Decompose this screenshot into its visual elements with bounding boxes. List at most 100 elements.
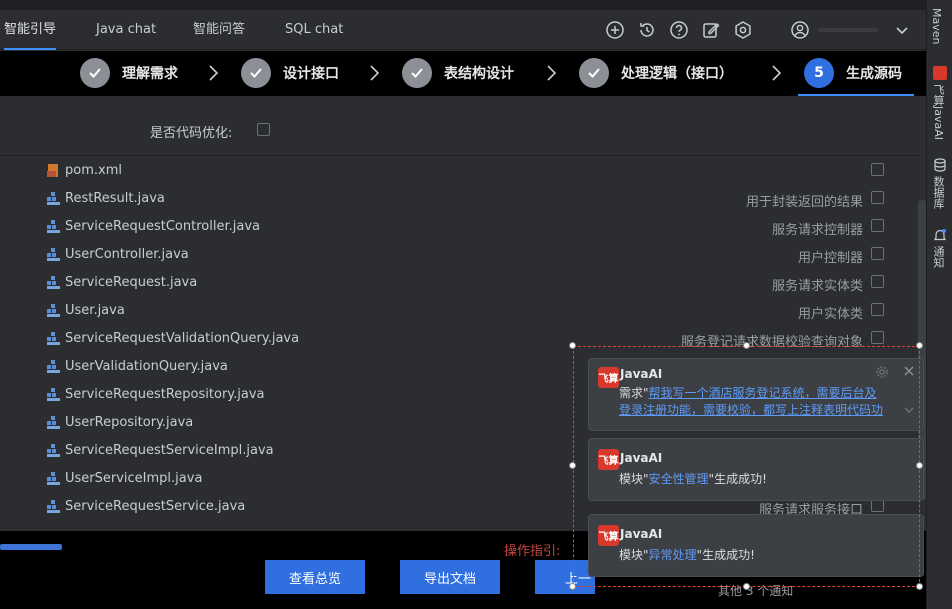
step-label: 设计接口 (283, 66, 339, 82)
file-description: 服务请求实体类 (771, 279, 863, 294)
file-checkbox[interactable] (871, 303, 884, 316)
file-row[interactable]: UserController.java 用户控制器 (0, 241, 900, 269)
step-3[interactable]: 表结构设计 (402, 57, 514, 89)
file-name: pom.xml (65, 163, 122, 178)
add-icon[interactable] (605, 20, 625, 40)
file-row[interactable]: ServiceRequestController.java 服务请求控制器 (0, 213, 900, 241)
file-checkbox[interactable] (871, 247, 884, 260)
file-name: UserServiceImpl.java (65, 471, 203, 486)
file-checkbox[interactable] (871, 219, 884, 232)
java-file-icon (47, 360, 60, 373)
optimize-checkbox[interactable] (257, 123, 270, 136)
file-name: UserController.java (65, 247, 189, 262)
check-icon (241, 58, 271, 88)
java-file-icon (47, 472, 60, 485)
selection-box (573, 346, 920, 587)
user-icon[interactable] (790, 20, 810, 40)
file-row[interactable]: pom.xml (0, 157, 900, 185)
resize-handle[interactable] (743, 342, 750, 349)
step-5[interactable]: 5 生成源码 (798, 57, 914, 96)
java-file-icon (47, 388, 60, 401)
help-icon[interactable] (669, 20, 689, 40)
optimize-label: 是否代码优化: (150, 126, 233, 141)
resize-handle[interactable] (743, 583, 750, 590)
java-file-icon (47, 304, 60, 317)
title-strip (0, 0, 926, 10)
chevron-right-icon (209, 65, 219, 81)
file-row[interactable]: ServiceRequest.java 服务请求实体类 (0, 269, 900, 297)
resize-handle[interactable] (569, 583, 576, 590)
resize-handle[interactable] (916, 462, 923, 469)
file-row[interactable]: RestResult.java 用于封装返回的结果 (0, 185, 900, 213)
tab-smart-qa[interactable]: 智能问答 (193, 10, 245, 50)
options-row: 是否代码优化: (0, 96, 918, 156)
tab-smart-guide[interactable]: 智能引导 (4, 10, 57, 50)
chevron-right-icon (772, 65, 782, 81)
guide-text: 操作指引: (504, 544, 561, 559)
view-overview-button[interactable]: 查看总览 (265, 560, 365, 594)
file-description: 服务请求控制器 (771, 223, 863, 238)
xml-file-icon (47, 164, 58, 177)
step-label: 处理逻辑（接口） (621, 66, 733, 82)
bell-icon (933, 229, 947, 241)
file-name: ServiceRequestServiceImpl.java (65, 443, 274, 458)
file-checkbox[interactable] (871, 191, 884, 204)
file-description: 用于封装返回的结果 (745, 195, 863, 210)
file-name: User.java (65, 303, 125, 318)
file-description: 用户实体类 (797, 307, 863, 322)
resize-handle[interactable] (569, 342, 576, 349)
check-icon (579, 58, 609, 88)
java-file-icon (47, 220, 60, 233)
file-name: ServiceRequestController.java (65, 219, 260, 234)
file-name: ServiceRequest.java (65, 275, 198, 290)
file-name: UserRepository.java (65, 415, 194, 430)
java-file-icon (47, 192, 60, 205)
resize-handle[interactable] (569, 462, 576, 469)
java-file-icon (47, 444, 60, 457)
java-file-icon (47, 276, 60, 289)
file-checkbox[interactable] (871, 275, 884, 288)
java-file-icon (47, 500, 60, 513)
database-tab[interactable]: 数据库 (930, 176, 946, 209)
progress-indicator (0, 544, 62, 550)
username-placeholder (818, 28, 878, 32)
tab-java-chat[interactable]: Java chat (96, 10, 156, 50)
right-sidebar: Maven 飞算JavaAI 数据库 通知 (926, 0, 952, 609)
maven-tab[interactable]: Maven (930, 8, 943, 44)
notify-tab[interactable]: 通知 (930, 246, 946, 268)
java-file-icon (47, 248, 60, 261)
java-file-icon (47, 332, 60, 345)
file-name: RestResult.java (65, 191, 165, 206)
feisuan-tab[interactable]: 飞算JavaAI (930, 84, 946, 140)
step-4[interactable]: 处理逻辑（接口） (579, 57, 733, 89)
check-icon (402, 58, 432, 88)
database-icon (934, 158, 946, 172)
resize-handle[interactable] (916, 342, 923, 349)
file-name: ServiceRequestService.java (65, 499, 246, 514)
step-label: 理解需求 (122, 66, 178, 82)
edit-icon[interactable] (701, 20, 721, 40)
chevron-right-icon (547, 65, 557, 81)
check-icon (80, 58, 110, 88)
file-description: 用户控制器 (797, 251, 863, 266)
file-checkbox[interactable] (871, 331, 884, 344)
file-name: ServiceRequestRepository.java (65, 387, 265, 402)
resize-handle[interactable] (916, 583, 923, 590)
tab-bar: 智能引导 Java chat 智能问答 SQL chat (0, 10, 926, 50)
settings-icon[interactable] (733, 20, 753, 40)
file-checkbox[interactable] (871, 163, 884, 176)
step-1[interactable]: 理解需求 (80, 57, 178, 89)
history-icon[interactable] (637, 20, 657, 40)
file-name: ServiceRequestValidationQuery.java (65, 331, 300, 346)
java-file-icon (47, 416, 60, 429)
file-row[interactable]: User.java 用户实体类 (0, 297, 900, 325)
export-doc-button[interactable]: 导出文档 (400, 560, 500, 594)
tab-sql-chat[interactable]: SQL chat (285, 10, 343, 50)
step-number: 5 (804, 58, 834, 88)
step-label: 生成源码 (846, 66, 902, 82)
chevron-down-icon[interactable] (892, 20, 912, 40)
file-name: UserValidationQuery.java (65, 359, 228, 374)
step-label: 表结构设计 (444, 66, 514, 82)
feisuan-logo-icon (933, 66, 947, 80)
step-2[interactable]: 设计接口 (241, 57, 339, 89)
